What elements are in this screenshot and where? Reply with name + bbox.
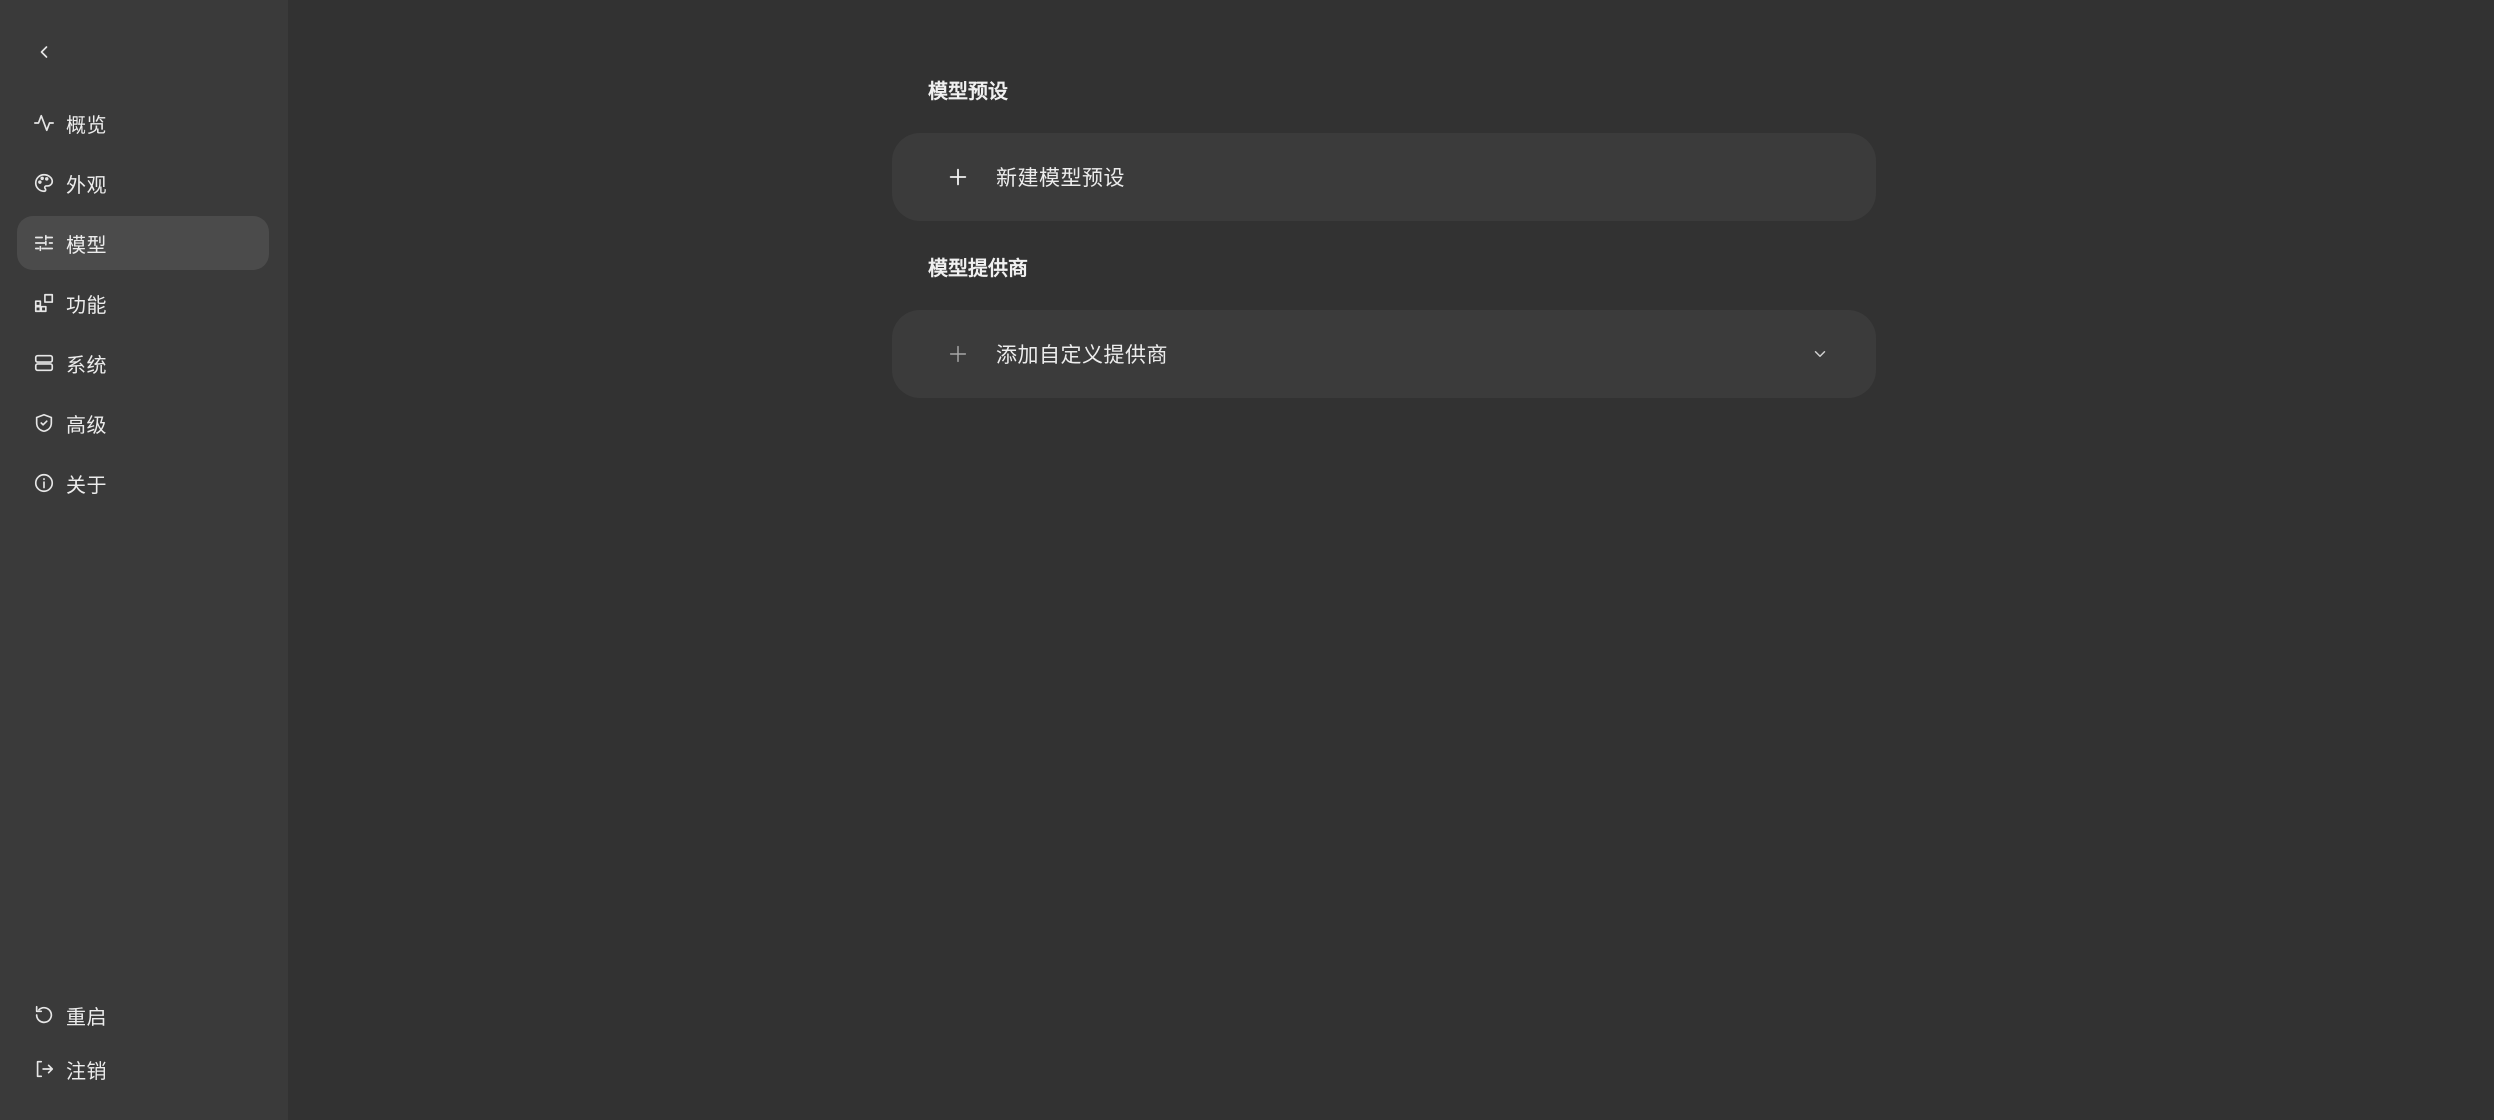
sidebar-item-overview[interactable]: 概览 [17, 96, 269, 150]
sidebar-nav: 概览 外观 模型 功能 系统 高级 关于 [17, 96, 269, 516]
restart-button[interactable]: 重启 [17, 988, 269, 1042]
plus-icon [946, 165, 970, 189]
add-custom-provider-button[interactable]: 添加自定义提供商 [892, 310, 1876, 398]
sidebar-item-label: 功能 [66, 292, 107, 317]
sidebar: 概览 外观 模型 功能 系统 高级 关于 重启 注销 [0, 0, 288, 1120]
new-model-preset-label: 新建模型预设 [996, 166, 1125, 190]
activity-icon [32, 111, 56, 135]
server-icon [32, 351, 56, 375]
sidebar-item-system[interactable]: 系统 [17, 336, 269, 390]
main-content: 模型预设 新建模型预设 模型提供商 添加自定义提供商 [288, 0, 2494, 1120]
add-custom-provider-label: 添加自定义提供商 [996, 343, 1168, 367]
sidebar-item-label: 概览 [66, 112, 107, 137]
back-button[interactable] [28, 36, 60, 68]
restart-icon [32, 1003, 56, 1027]
sidebar-item-label: 关于 [66, 472, 107, 497]
chevron-left-icon [34, 42, 54, 62]
chevron-down-icon[interactable] [1808, 342, 1832, 366]
sidebar-item-label: 模型 [66, 232, 107, 257]
sidebar-bottom-actions: 重启 注销 [17, 988, 269, 1096]
logout-label: 注销 [66, 1058, 107, 1083]
blocks-icon [32, 291, 56, 315]
logout-icon [32, 1057, 56, 1081]
plus-icon [946, 342, 970, 366]
new-model-preset-button[interactable]: 新建模型预设 [892, 133, 1876, 221]
sidebar-item-label: 高级 [66, 412, 107, 437]
sidebar-item-label: 系统 [66, 352, 107, 377]
providers-section-title: 模型提供商 [928, 256, 1028, 280]
palette-icon [32, 171, 56, 195]
shield-check-icon [32, 411, 56, 435]
info-icon [32, 471, 56, 495]
settings-window: 概览 外观 模型 功能 系统 高级 关于 重启 注销 模型预设 新建模型预设 模… [0, 0, 2494, 1120]
sidebar-item-models[interactable]: 模型 [17, 216, 269, 270]
restart-label: 重启 [66, 1004, 107, 1029]
sidebar-item-appearance[interactable]: 外观 [17, 156, 269, 210]
sidebar-item-about[interactable]: 关于 [17, 456, 269, 510]
presets-section-title: 模型预设 [928, 79, 1008, 103]
sliders-icon [32, 231, 56, 255]
logout-button[interactable]: 注销 [17, 1042, 269, 1096]
sidebar-item-label: 外观 [66, 172, 107, 197]
sidebar-item-advanced[interactable]: 高级 [17, 396, 269, 450]
sidebar-item-features[interactable]: 功能 [17, 276, 269, 330]
